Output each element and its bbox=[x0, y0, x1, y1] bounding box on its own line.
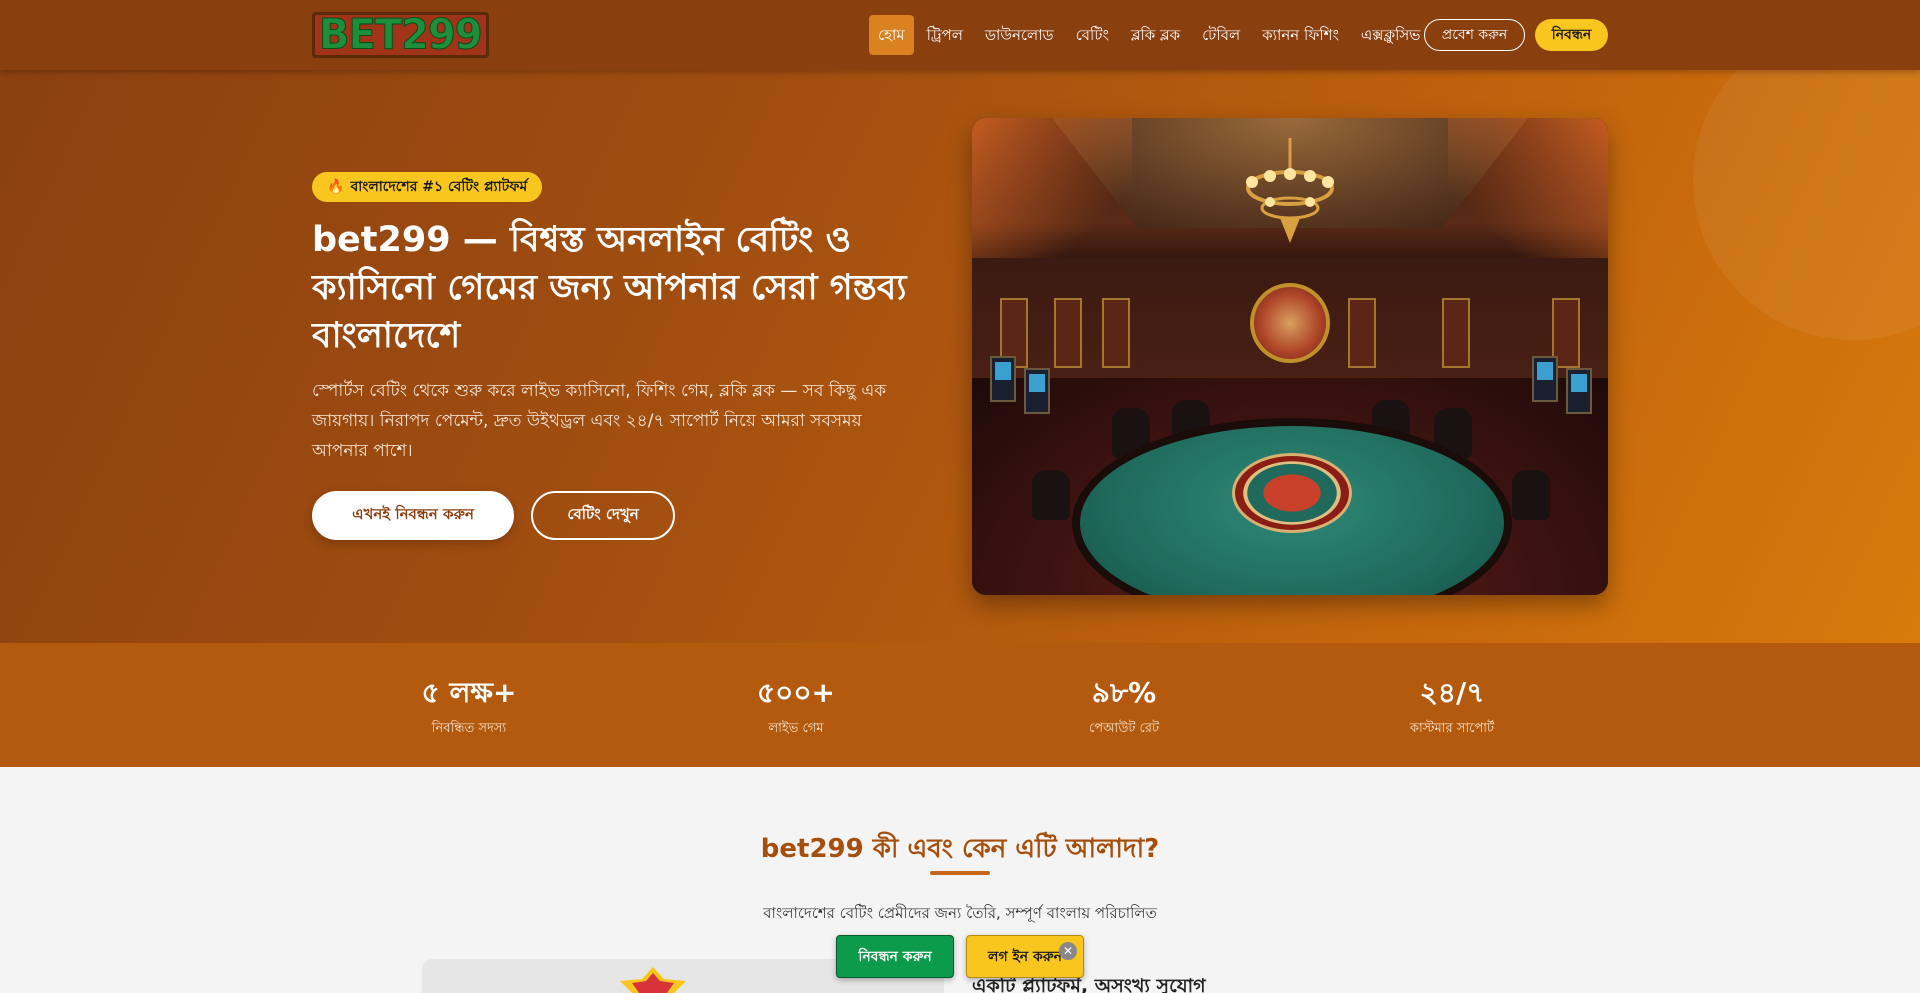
stat-label: পেআউট রেট bbox=[1088, 721, 1160, 736]
hero-title: bet299 — বিশ্বস্ত অনলাইন বেটিং ও ক্যাসিন… bbox=[312, 220, 907, 356]
stats-bar: ৫ লক্ষ+ নিবন্ধিত সদস্য ৫০০+ লাইভ গেম ৯৮%… bbox=[0, 643, 1920, 767]
hero-badge: 🔥 বাংলাদেশের #১ বেটিং প্ল্যাটফর্ম bbox=[312, 172, 543, 202]
image-wall-panel bbox=[1442, 298, 1470, 368]
hero-view-betting-button[interactable]: বেটিং দেখুন bbox=[531, 491, 675, 540]
image-slot-machine bbox=[1532, 356, 1558, 402]
main-nav: হোম ট্রিপল ডাউনলোড বেটিং ব্লকি ব্লক টেবি… bbox=[869, 15, 1429, 55]
site-header: BET299 হোম ট্রিপল ডাউনলোড বেটিং ব্লকি ব্… bbox=[0, 0, 1920, 70]
logo-text: BET299 bbox=[319, 10, 484, 60]
stat-value: ৫ লক্ষ+ bbox=[421, 676, 517, 709]
image-slot-machine bbox=[990, 356, 1016, 402]
close-icon[interactable]: ✕ bbox=[1059, 942, 1077, 960]
trophy-icon bbox=[620, 967, 686, 993]
stat-label: নিবন্ধিত সদস্য bbox=[431, 721, 507, 736]
header-login-button[interactable]: প্রবেশ করুন bbox=[1424, 19, 1525, 51]
image-wall-panel bbox=[1102, 298, 1130, 368]
image-chair bbox=[1032, 470, 1070, 520]
stat-payout-rate: ৯৮% পেআউট রেট bbox=[1024, 643, 1224, 740]
nav-item-triple[interactable]: ট্রিপল bbox=[918, 15, 972, 55]
nav-item-table[interactable]: টেবিল bbox=[1193, 15, 1249, 55]
stat-value: ৫০০+ bbox=[756, 676, 836, 709]
fire-icon: 🔥 bbox=[327, 179, 345, 195]
header-register-button[interactable]: নিবন্ধন bbox=[1535, 19, 1608, 51]
hero-badge-text: বাংলাদেশের #১ বেটিং প্ল্যাটফর্ম bbox=[350, 179, 528, 195]
nav-item-cannon-fishing[interactable]: ক্যানন ফিশিং bbox=[1253, 15, 1348, 55]
roulette-wheel-icon bbox=[1232, 453, 1352, 533]
about-section-title: bet299 কী এবং কেন এটি আলাদা? bbox=[760, 834, 1160, 864]
hero-register-button[interactable]: এখনই নিবন্ধন করুন bbox=[312, 491, 514, 540]
stat-members: ৫ লক্ষ+ নিবন্ধিত সদস্য bbox=[369, 643, 569, 740]
site-logo[interactable]: BET299 bbox=[312, 12, 489, 58]
hero-description: স্পোর্টস বেটিং থেকে শুরু করে লাইভ ক্যাসি… bbox=[312, 381, 887, 461]
image-slot-machine bbox=[1566, 368, 1592, 414]
nav-item-betting[interactable]: বেটিং bbox=[1067, 15, 1118, 55]
stat-support: ২৪/৭ কাস্টমার সাপোর্ট bbox=[1352, 643, 1552, 740]
image-slot-machine bbox=[1024, 368, 1050, 414]
stat-label: কাস্টমার সাপোর্ট bbox=[1409, 721, 1495, 736]
hero-decor-circle bbox=[1693, 70, 1920, 340]
stat-label: লাইভ গেম bbox=[768, 721, 824, 736]
chandelier-icon bbox=[1246, 138, 1334, 243]
stat-value: ৯৮% bbox=[1091, 676, 1157, 709]
image-wall-panel bbox=[1348, 298, 1376, 368]
image-wall-panel bbox=[1054, 298, 1082, 368]
nav-item-home[interactable]: হোম bbox=[869, 15, 914, 55]
sticky-register-button[interactable]: নিবন্ধন করুন bbox=[836, 935, 954, 978]
stat-live-games: ৫০০+ লাইভ গেম bbox=[696, 643, 896, 740]
about-section-subtitle: বাংলাদেশের বেটিং প্রেমীদের জন্য তৈরি, সম… bbox=[763, 904, 1157, 922]
nav-item-download[interactable]: ডাউনলোড bbox=[976, 15, 1063, 55]
image-wall-portrait bbox=[1250, 283, 1330, 363]
nav-item-exclusive[interactable]: এক্সক্লুসিভ bbox=[1352, 15, 1430, 55]
about-title-divider bbox=[930, 871, 990, 875]
casino-room-image bbox=[972, 118, 1608, 595]
hero-section: 🔥 বাংলাদেশের #১ বেটিং প্ল্যাটফর্ম bet299… bbox=[0, 70, 1920, 643]
image-chair bbox=[1512, 470, 1550, 520]
nav-item-blocky-block[interactable]: ব্লকি ব্লক bbox=[1122, 15, 1189, 55]
stat-value: ২৪/৭ bbox=[1419, 676, 1485, 709]
